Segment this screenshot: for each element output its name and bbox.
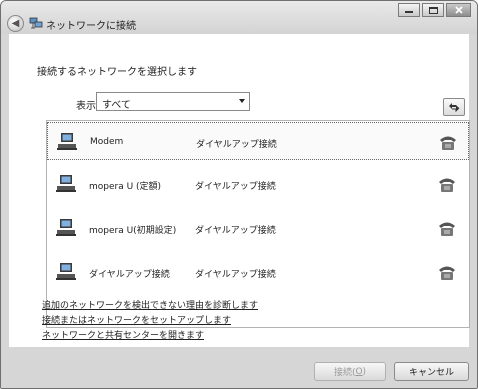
connection-row[interactable]: ダイヤルアップ接続 ダイヤルアップ接続	[47, 253, 469, 291]
minimize-button[interactable]	[398, 3, 420, 17]
connection-type: ダイヤルアップ接続	[196, 140, 277, 150]
connect-access-key: O	[355, 366, 363, 377]
connection-name: Modem	[90, 137, 124, 147]
cancel-button[interactable]: キャンセル	[394, 362, 469, 381]
minimize-icon	[405, 11, 413, 13]
filter-value: すべて	[102, 100, 131, 111]
connection-type: ダイヤルアップ接続	[195, 226, 276, 236]
network-computer-icon	[56, 175, 76, 192]
connection-type: ダイヤルアップ接続	[195, 182, 276, 192]
connect-button[interactable]: 接続(O)	[314, 362, 386, 381]
diagnose-link[interactable]: 追加のネットワークを検出できない理由を診断します	[42, 298, 258, 311]
phone-icon	[439, 222, 455, 236]
close-icon	[454, 6, 463, 14]
back-arrow-icon: ◀	[11, 17, 20, 29]
connection-row[interactable]: Modem ダイヤルアップ接続	[47, 122, 469, 160]
connection-row[interactable]: mopera U(初期設定) ダイヤルアップ接続	[47, 209, 469, 247]
connect-to-network-window: ◀ ネットワークに接続 接続するネットワークを選択します 表示 すべて Mode…	[0, 0, 478, 389]
connection-name: mopera U(初期設定)	[89, 226, 177, 236]
caption-buttons	[398, 3, 471, 17]
setup-connection-link[interactable]: 接続またはネットワークをセットアップします	[42, 313, 231, 326]
connect-button-label: 接続(	[333, 368, 356, 378]
network-computer-icon	[57, 133, 77, 150]
chevron-down-icon	[239, 99, 245, 103]
connection-row[interactable]: mopera U (定額) ダイヤルアップ接続	[47, 165, 469, 203]
back-button[interactable]: ◀	[7, 15, 24, 32]
title-bar: ◀ ネットワークに接続	[1, 1, 477, 34]
filter-dropdown[interactable]: すべて	[96, 92, 250, 111]
dialog-footer: 接続(O) キャンセル	[1, 347, 477, 388]
connect-button-label-end: )	[362, 366, 367, 377]
refresh-icon	[449, 103, 460, 112]
network-icon	[29, 17, 43, 29]
phone-icon	[439, 266, 455, 280]
connection-list: Modem ダイヤルアップ接続 mopera U (定額) ダイヤルアップ接続	[46, 120, 470, 328]
phone-icon	[439, 178, 455, 192]
page-heading: 接続するネットワークを選択します	[37, 67, 197, 78]
refresh-button[interactable]	[443, 98, 465, 116]
maximize-button[interactable]	[422, 3, 444, 17]
network-center-link[interactable]: ネットワークと共有センターを開きます	[42, 328, 204, 341]
connection-name: ダイヤルアップ接続	[89, 270, 170, 280]
connection-type: ダイヤルアップ接続	[195, 270, 276, 280]
phone-icon	[440, 136, 456, 150]
connection-name: mopera U (定額)	[89, 182, 162, 192]
network-computer-icon	[56, 263, 76, 280]
window-title: ネットワークに接続	[46, 21, 136, 32]
maximize-icon	[428, 6, 438, 14]
network-computer-icon	[56, 219, 76, 236]
filter-label: 表示	[76, 101, 96, 112]
close-button[interactable]	[446, 3, 471, 17]
